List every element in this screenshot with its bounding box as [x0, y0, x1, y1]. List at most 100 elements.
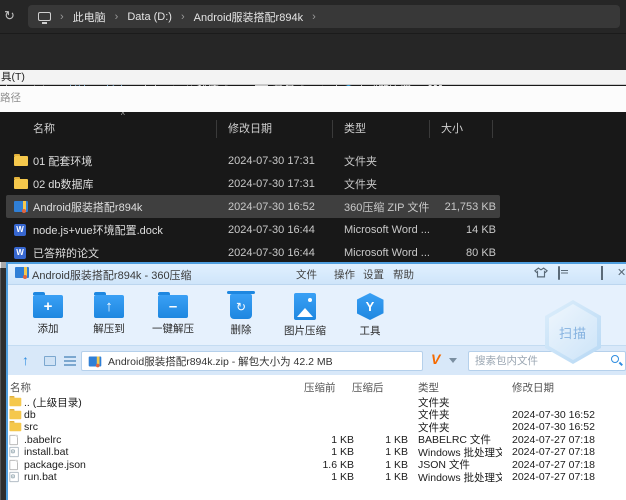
sort-direction-icon: ^	[121, 111, 125, 120]
maximize-button[interactable]	[601, 266, 603, 280]
zip-column-before[interactable]: 压缩前	[304, 380, 336, 395]
breadcrumb-drive-d[interactable]: Data (D:)	[127, 11, 172, 23]
column-divider[interactable]	[492, 120, 493, 138]
close-button[interactable]: ✕	[617, 267, 626, 280]
feedback-button[interactable]	[558, 266, 560, 280]
window-border	[6, 262, 8, 500]
file-name: .babelrc	[24, 433, 62, 446]
zip-app-window: Android服装搭配r894k - 360压缩 文件 操作 设置 帮助 ✕ + 添加 ↑…	[6, 262, 626, 500]
column-header-date[interactable]: 修改日期	[228, 120, 272, 136]
explorer-file-row[interactable]: W 已答辩的论文 2024-07-30 16:44 Microsoft Word ..…	[6, 241, 500, 262]
window-border	[6, 262, 626, 264]
zip-rows: .. (上级目录) 文件夹 db 文件夹 2024-07-30 16:52 src 文件夹 2…	[6, 396, 626, 484]
search-icon[interactable]	[611, 355, 619, 363]
folder-up-button[interactable]: ↑ 解压到	[78, 291, 140, 343]
zip-file-row[interactable]: .babelrc 1 KB 1 KB BABELRC 文件 2024-07-27 07:…	[6, 433, 626, 446]
file-name: run.bat	[24, 471, 57, 484]
zip-app-icon	[15, 267, 29, 279]
explorer-address-bar: ↻ › 此电脑 › Data (D:) › Android服装搭配r894k ›	[0, 0, 626, 33]
zip-column-type[interactable]: 类型	[418, 380, 439, 395]
folder-icon	[6, 153, 33, 166]
zip-file-row[interactable]: package.json 1.6 KB 1 KB JSON 文件 2024-07-27 …	[6, 458, 626, 471]
bat-icon	[6, 472, 21, 483]
column-divider[interactable]	[216, 120, 217, 138]
column-divider[interactable]	[332, 120, 333, 138]
up-directory-button[interactable]: ↑	[22, 352, 29, 368]
zip-file-row[interactable]: install.bat1 KB1 KBWindows 批处理文件2024-07-…	[6, 446, 626, 459]
feedback-icon	[558, 266, 560, 280]
file-date: 2024-07-30 16:52	[512, 408, 595, 421]
skin-button[interactable]	[534, 267, 548, 282]
zip-window-title: Android服装搭配r894k - 360压缩	[32, 270, 192, 282]
dropdown-caret-icon[interactable]	[449, 358, 457, 363]
column-header-name[interactable]: 名称	[33, 120, 55, 136]
breadcrumb-this-pc[interactable]: 此电脑	[73, 9, 106, 25]
scan-hexagon-icon: 扫描	[549, 304, 597, 360]
toolbar-button-label: 删除	[230, 324, 252, 336]
toolbar-button-label: 添加	[37, 323, 59, 335]
file-date: 2024-07-30 16:52	[228, 200, 315, 213]
file-name: db	[24, 408, 36, 421]
zip-file-row[interactable]: run.bat 1 KB 1 KB Windows 批处理文件 2024-07-27 0…	[6, 471, 626, 484]
chevron-right-icon: ›	[60, 10, 64, 23]
folder-icon	[6, 176, 33, 189]
zip-title-bar[interactable]: Android服装搭配r894k - 360压缩 文件 操作 设置 帮助 ✕	[6, 262, 626, 285]
refresh-icon[interactable]: ↻	[4, 8, 15, 24]
size-before: 1 KB	[331, 471, 354, 484]
file-type: Microsoft Word ...	[344, 246, 430, 259]
menu-item-3[interactable]: 帮助	[393, 267, 414, 282]
chevron-right-icon: ›	[312, 10, 316, 23]
toolbar-button-label: 解压到	[93, 323, 125, 335]
zip-toolbar: + 添加 ↑ 解压到 – 一键解压 ↻ 删除 图片压缩 Y 工具 扫描	[6, 285, 626, 364]
trash-button[interactable]: ↻ 删除	[210, 291, 272, 343]
file-size: 14 KB	[466, 223, 496, 236]
zip-file-row[interactable]: .. (上级目录) 文件夹	[6, 396, 626, 409]
folder-minus-button[interactable]: – 一键解压	[142, 291, 204, 343]
zip-column-date[interactable]: 修改日期	[512, 380, 554, 395]
list-view-button[interactable]	[64, 356, 76, 366]
breadcrumb-current-folder[interactable]: Android服装搭配r894k	[194, 9, 303, 25]
explorer-file-row[interactable]: Wnode.js+vue环境配置.dock 2024-07-30 16:44 Mic…	[6, 218, 500, 241]
background-dialog-menu-fragment: 具(T)	[0, 70, 626, 85]
chevron-right-icon: ›	[180, 10, 185, 23]
menu-item-1[interactable]: 操作	[334, 267, 355, 282]
archive-path-box[interactable]: Android服装搭配r894k.zip - 解包大小为 42.2 MB	[81, 351, 423, 371]
explorer-file-row[interactable]: Android服装搭配r894k 2024-07-30 16:52 360压缩 ZI…	[6, 195, 500, 218]
folder-icon	[6, 396, 22, 407]
zip-column-name[interactable]: 名称	[10, 380, 31, 395]
zip-file-row[interactable]: db 文件夹 2024-07-30 16:52	[6, 408, 626, 421]
file-icon	[6, 459, 21, 470]
file-name: package.json	[24, 458, 86, 471]
zip-column-after[interactable]: 压缩后	[352, 380, 384, 395]
word-icon: W	[6, 223, 33, 236]
menu-item-2[interactable]: 设置	[363, 267, 384, 282]
file-size: 21,753 KB	[444, 200, 496, 213]
breadcrumb[interactable]: › 此电脑 › Data (D:) › Android服装搭配r894k ›	[28, 5, 620, 28]
maximize-icon	[601, 266, 603, 280]
explorer-file-row[interactable]: 01 配套环境 2024-07-30 17:31 文件夹	[6, 149, 500, 172]
trash-icon: ↻	[227, 291, 255, 319]
column-header-type[interactable]: 类型	[344, 120, 366, 136]
zip-file-list: 名称 压缩前 压缩后 类型 修改日期 .. (上级目录) 文件夹 db 文件夹 2024…	[6, 375, 626, 500]
v-logo-icon[interactable]: V	[431, 351, 440, 367]
toolbar-button-label: 图片压缩	[284, 325, 326, 337]
folder-minus-icon: –	[158, 292, 188, 318]
file-date: 2024-07-30 17:31	[228, 177, 315, 190]
image-compress-button[interactable]: 图片压缩	[274, 291, 336, 343]
column-divider[interactable]	[429, 120, 430, 138]
explorer-file-row[interactable]: 02 db数据库 2024-07-30 17:31 文件夹	[6, 172, 500, 195]
archive-search-box[interactable]	[468, 351, 626, 371]
menu-item-0[interactable]: 文件	[296, 267, 317, 282]
folder-plus-button[interactable]: + 添加	[17, 291, 79, 343]
this-pc-icon	[38, 12, 51, 24]
zip-file-row[interactable]: src 文件夹 2024-07-30 16:52	[6, 421, 626, 434]
file-name: install.bat	[24, 446, 69, 459]
file-date: 2024-07-27 07:18	[512, 471, 595, 484]
folder-icon	[6, 408, 22, 419]
icon-view-button[interactable]	[44, 356, 56, 366]
bat-icon	[6, 447, 21, 458]
tools-hexagon-button[interactable]: Y 工具	[339, 291, 401, 343]
column-header-size[interactable]: 大小	[441, 120, 463, 136]
image-compress-icon	[294, 293, 316, 320]
file-type: 文件夹	[344, 155, 377, 168]
